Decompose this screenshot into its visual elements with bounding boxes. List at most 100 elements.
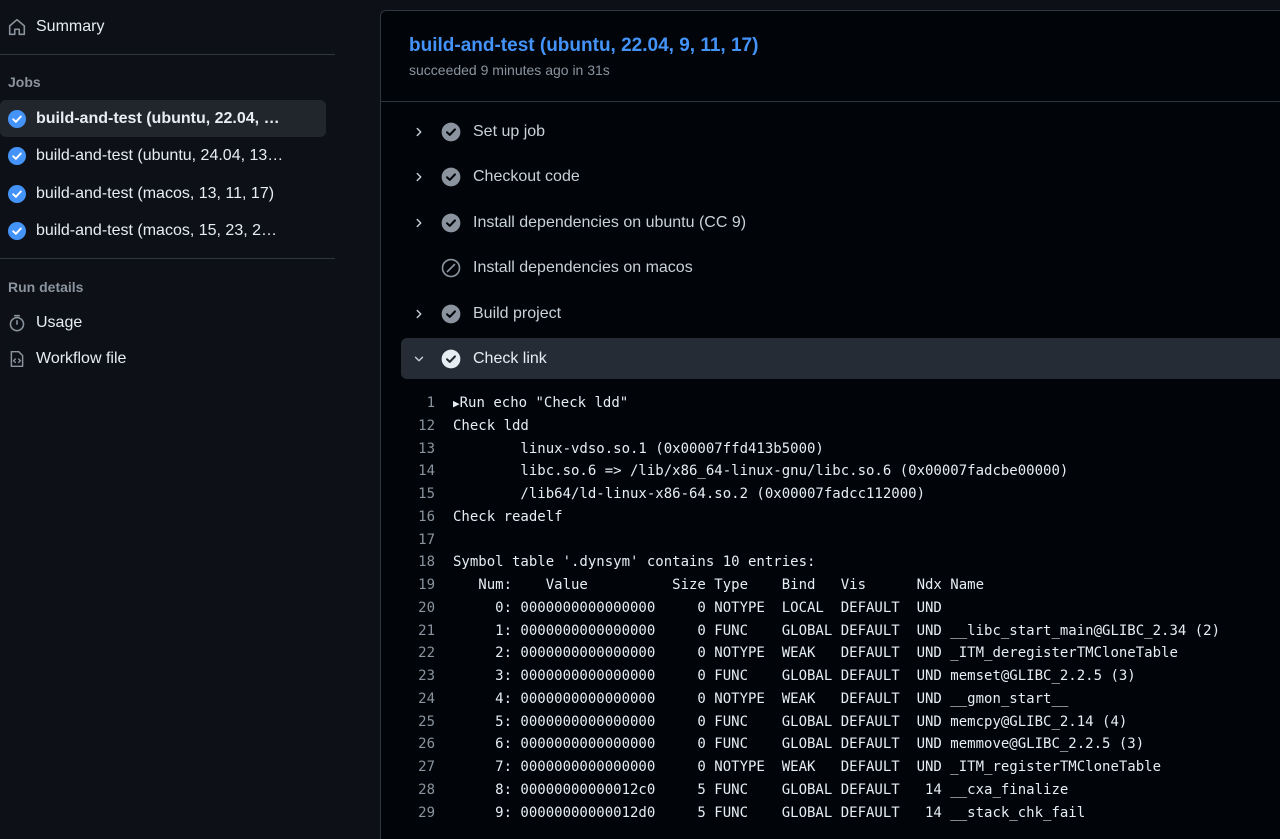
jobs-heading: Jobs bbox=[8, 74, 41, 90]
log-line-number[interactable]: 28 bbox=[401, 779, 435, 802]
step-label: Set up job bbox=[473, 122, 546, 140]
sidebar-job-label: build-and-test (ubuntu, 24.04, 13, 11, 1… bbox=[36, 146, 284, 164]
log-line-number[interactable]: 27 bbox=[401, 756, 435, 779]
log-line-text: 7: 0000000000000000 0 NOTYPE WEAK DEFAUL… bbox=[453, 759, 1162, 775]
chevron-right-icon bbox=[401, 125, 437, 139]
stopwatch-icon bbox=[8, 314, 26, 332]
log-line-number[interactable]: 29 bbox=[401, 802, 435, 825]
step-label: Install dependencies on macos bbox=[473, 258, 693, 276]
sidebar-divider bbox=[0, 54, 335, 55]
triangle-right-icon[interactable]: ▶ bbox=[453, 397, 460, 410]
job-log-panel: build-and-test (ubuntu, 22.04, 9, 11, 17… bbox=[380, 10, 1280, 839]
log-line-text: 8: 00000000000012c0 5 FUNC GLOBAL DEFAUL… bbox=[453, 781, 1069, 798]
log-line: 18 Symbol table '.dynsym' contains 10 ent… bbox=[401, 551, 1280, 574]
log-line-number[interactable]: 17 bbox=[401, 529, 435, 552]
run-details-heading: Run details bbox=[8, 279, 84, 295]
step-label: Check link bbox=[473, 349, 547, 367]
check-circle-fill-icon bbox=[441, 349, 461, 369]
home-icon bbox=[8, 18, 26, 36]
job-subtitle: succeeded 9 minutes ago in 31s bbox=[409, 62, 610, 78]
log-line-text: Check readelf bbox=[453, 508, 563, 525]
log-line-number[interactable]: 13 bbox=[401, 438, 435, 461]
log-line-number[interactable]: 21 bbox=[401, 620, 435, 643]
sidebar-job-label: build-and-test (ubuntu, 22.04, 9, 11, 17… bbox=[36, 109, 284, 127]
log-line: 13 linux-vdso.so.1 (0x00007ffd413b5000) bbox=[401, 438, 1280, 461]
sidebar-usage-link[interactable]: Usage bbox=[0, 305, 335, 341]
step-label: Install dependencies on ubuntu (CC 9) bbox=[473, 213, 747, 231]
log-line: 26 6: 0000000000000000 0 FUNC GLOBAL DEF… bbox=[401, 733, 1280, 756]
log-line-text: 0: 0000000000000000 0 NOTYPE LOCAL DEFAU… bbox=[453, 599, 951, 616]
sidebar-summary-label: Summary bbox=[36, 18, 105, 35]
log-line-text: 5: 0000000000000000 0 FUNC GLOBAL DEFAUL… bbox=[453, 713, 1128, 730]
log-line-text: 6: 0000000000000000 0 FUNC GLOBAL DEFAUL… bbox=[453, 736, 1145, 753]
log-line-number[interactable]: 15 bbox=[401, 483, 435, 506]
log-line-number[interactable]: 20 bbox=[401, 597, 435, 620]
sidebar-summary-link[interactable]: Summary bbox=[0, 9, 335, 45]
log-line-number[interactable]: 16 bbox=[401, 506, 435, 529]
log-line-number[interactable]: 24 bbox=[401, 688, 435, 711]
sidebar-job-item[interactable]: build-and-test (macos, 15, 23, 21, 17) bbox=[0, 212, 326, 249]
log-line-text: Num: Value Size Type Bind Vis Ndx Name bbox=[453, 577, 985, 593]
check-circle-fill-icon bbox=[8, 184, 26, 203]
log-line-number[interactable]: 18 bbox=[401, 551, 435, 574]
log-line-number[interactable]: 1 bbox=[401, 392, 435, 415]
log-line-text: Check ldd bbox=[453, 417, 529, 434]
log-line-text: 1: 0000000000000000 0 FUNC GLOBAL DEFAUL… bbox=[453, 622, 1221, 639]
log-line: 17 bbox=[401, 529, 1280, 552]
sidebar: Summary Jobs build-and-test (ubuntu, 22.… bbox=[0, 0, 380, 839]
sidebar-job-label: build-and-test (macos, 13, 11, 17) bbox=[36, 184, 275, 202]
step-row[interactable]: Set up job bbox=[401, 111, 1280, 152]
log-line-text: Symbol table '.dynsym' contains 10 entri… bbox=[453, 554, 816, 571]
log-line: 24 4: 0000000000000000 0 NOTYPE WEAK DEF… bbox=[401, 688, 1280, 711]
chevron-right-icon bbox=[401, 307, 437, 321]
log-line-text: Run echo "Check ldd" bbox=[459, 395, 629, 411]
log-line-number[interactable]: 23 bbox=[401, 665, 435, 688]
step-row[interactable]: Install dependencies on ubuntu (CC 9) bbox=[401, 202, 1280, 243]
log-line: 16 Check readelf bbox=[401, 506, 1280, 529]
step-log: 1 ▶Run echo "Check ldd" 12 Check ldd 13 linu… bbox=[401, 392, 1280, 824]
log-line: 12 Check ldd bbox=[401, 415, 1280, 438]
sidebar-job-label: build-and-test (macos, 15, 23, 21, 17) bbox=[36, 221, 284, 239]
step-label: Checkout code bbox=[473, 167, 580, 185]
check-circle-fill-icon bbox=[8, 221, 26, 240]
sidebar-divider bbox=[0, 258, 335, 259]
log-line: 22 2: 0000000000000000 0 NOTYPE WEAK DEF… bbox=[401, 642, 1280, 665]
log-line-text: 2: 0000000000000000 0 NOTYPE WEAK DEFAUL… bbox=[453, 645, 1178, 662]
sidebar-workflow-file-link[interactable]: Workflow file bbox=[0, 341, 335, 377]
log-line: 19 Num: Value Size Type Bind Vis Ndx Nam… bbox=[401, 574, 1280, 597]
chevron-right-icon bbox=[401, 170, 437, 184]
log-line: 28 8: 00000000000012c0 5 FUNC GLOBAL DEF… bbox=[401, 779, 1280, 802]
sidebar-job-item[interactable]: build-and-test (ubuntu, 22.04, 9, 11, 17… bbox=[0, 100, 326, 137]
log-line: 23 3: 0000000000000000 0 FUNC GLOBAL DEF… bbox=[401, 665, 1280, 688]
log-line[interactable]: 1 ▶Run echo "Check ldd" bbox=[401, 392, 1280, 415]
log-line-number[interactable]: 19 bbox=[401, 574, 435, 597]
check-circle-fill-icon bbox=[8, 109, 26, 128]
job-header: build-and-test (ubuntu, 22.04, 9, 11, 17… bbox=[381, 11, 1280, 102]
log-line-number[interactable]: 25 bbox=[401, 711, 435, 734]
chevron-right-icon bbox=[401, 216, 437, 230]
log-line-number[interactable]: 12 bbox=[401, 415, 435, 438]
check-circle-fill-icon bbox=[441, 213, 461, 233]
step-label: Build project bbox=[473, 304, 562, 322]
log-line: 21 1: 0000000000000000 0 FUNC GLOBAL DEF… bbox=[401, 620, 1280, 643]
log-line: 14 libc.so.6 => /lib/x86_64-linux-gnu/li… bbox=[401, 460, 1280, 483]
step-row[interactable]: Checkout code bbox=[401, 156, 1280, 197]
job-title[interactable]: build-and-test (ubuntu, 22.04, 9, 11, 17… bbox=[409, 35, 758, 57]
log-line-text: 4: 0000000000000000 0 NOTYPE WEAK DEFAUL… bbox=[453, 690, 1069, 707]
step-row[interactable]: Build project bbox=[401, 293, 1280, 334]
log-line: 20 0: 0000000000000000 0 NOTYPE LOCAL DE… bbox=[401, 597, 1280, 620]
log-line-number[interactable]: 22 bbox=[401, 642, 435, 665]
check-circle-fill-icon bbox=[441, 122, 461, 142]
log-line-text: libc.so.6 => /lib/x86_64-linux-gnu/libc.… bbox=[453, 463, 1069, 480]
log-line-number[interactable]: 14 bbox=[401, 460, 435, 483]
sidebar-job-item[interactable]: build-and-test (macos, 13, 11, 17) bbox=[0, 175, 326, 212]
file-code-icon bbox=[8, 350, 26, 368]
step-row[interactable]: Install dependencies on macos bbox=[401, 247, 1280, 288]
log-line-text: 9: 00000000000012d0 5 FUNC GLOBAL DEFAUL… bbox=[453, 804, 1086, 821]
check-circle-fill-icon bbox=[441, 304, 461, 324]
sidebar-job-item[interactable]: build-and-test (ubuntu, 24.04, 13, 11, 1… bbox=[0, 137, 326, 174]
log-line: 15 /lib64/ld-linux-x86-64.so.2 (0x00007f… bbox=[401, 483, 1280, 506]
log-line-number[interactable]: 26 bbox=[401, 733, 435, 756]
check-circle-fill-icon bbox=[441, 167, 461, 187]
step-row[interactable]: Check link bbox=[401, 338, 1280, 379]
